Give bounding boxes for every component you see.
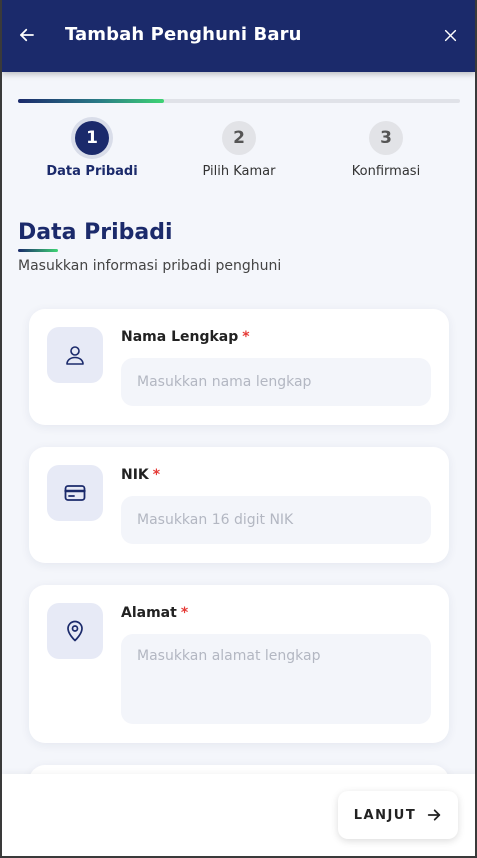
user-icon [66,346,84,365]
field-label: Alamat * [121,605,188,621]
step-progress-fill [18,99,164,103]
field-card-alamat: Alamat * [29,585,449,743]
nik-input[interactable] [121,496,431,544]
step-pilih-kamar[interactable]: 2 Pilih Kamar [179,121,299,179]
page-title: Tambah Penghuni Baru [65,24,302,45]
section-title: Data Pribadi [18,220,173,245]
step-label: Data Pribadi [46,164,138,179]
field-label-text: Alamat [121,605,177,621]
field-label: NIK * [121,467,160,483]
top-app-bar: Tambah Penghuni Baru [2,0,475,72]
id-card-icon [64,485,86,501]
map-pin-icon [67,620,83,642]
field-card-nik: NIK * [29,447,449,563]
next-button[interactable]: LANJUT [338,791,458,839]
arrow-right-icon [428,809,441,821]
step-number-badge: 1 [75,121,109,155]
field-icon-box [47,603,103,659]
close-button[interactable] [439,24,461,46]
field-label: Nama Lengkap * [121,329,250,345]
field-card-nama-lengkap: Nama Lengkap * [29,309,449,425]
section-subtitle: Masukkan informasi pribadi penghuni [18,258,282,274]
required-asterisk: * [180,605,189,621]
back-button[interactable] [14,22,40,48]
required-asterisk: * [242,329,250,345]
field-icon-box [47,327,103,383]
field-label-text: NIK [121,467,149,483]
arrow-left-icon [20,28,34,42]
field-label-text: Nama Lengkap [121,329,239,345]
step-progress-bar [18,99,460,103]
step-konfirmasi[interactable]: 3 Konfirmasi [326,121,446,179]
section-title-underline [18,249,58,252]
next-button-label: LANJUT [353,807,417,823]
required-asterisk: * [152,467,161,483]
bottom-action-bar: LANJUT [2,774,475,856]
step-label: Pilih Kamar [202,164,276,179]
step-data-pribadi[interactable]: 1 Data Pribadi [32,121,152,179]
step-number-badge: 3 [369,121,403,155]
alamat-textarea[interactable] [121,634,431,724]
field-icon-box [47,465,103,521]
nama-lengkap-input[interactable] [121,358,431,406]
step-number-badge: 2 [222,121,256,155]
step-label: Konfirmasi [351,164,421,179]
app-screen: Tambah Penghuni Baru 1 Data Pribadi 2 Pi… [2,0,475,856]
close-icon [444,29,456,41]
